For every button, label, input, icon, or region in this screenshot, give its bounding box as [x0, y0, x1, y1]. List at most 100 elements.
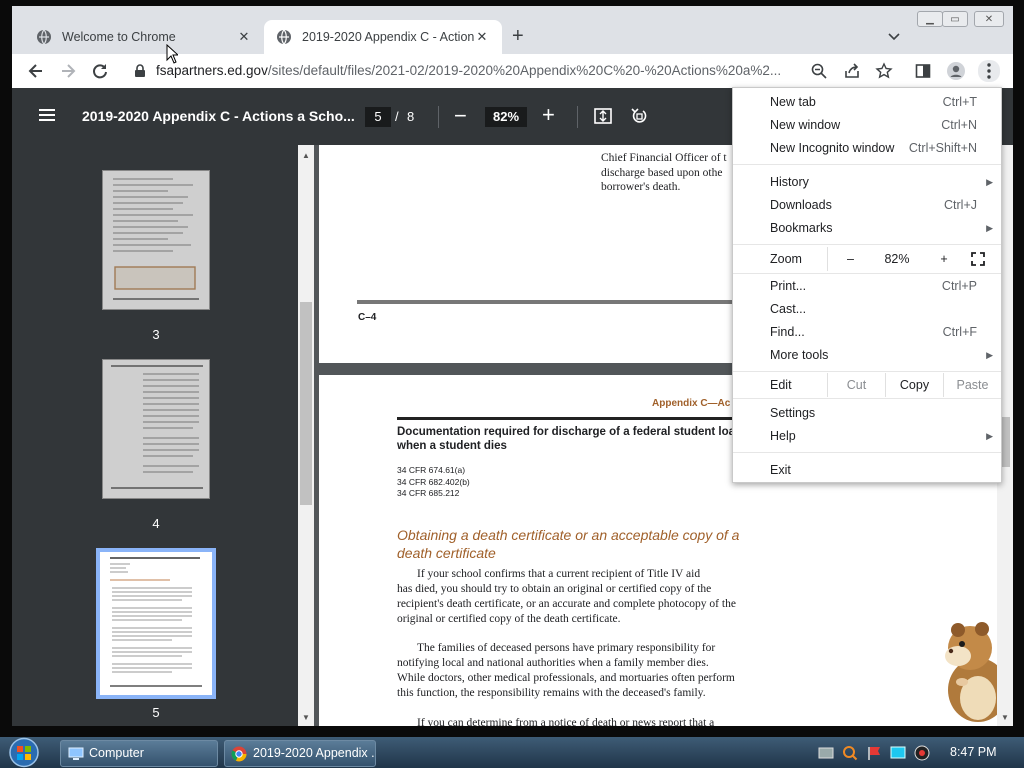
cut-button[interactable]: Cut	[827, 373, 885, 397]
windows-taskbar: Computer 2019-2020 Appendix ... 8:47 PM	[0, 737, 1024, 768]
fit-to-page-icon[interactable]	[593, 106, 613, 126]
zoom-out-button[interactable]: −	[454, 103, 467, 129]
menu-edit-row: Edit Cut Copy Paste	[733, 373, 1001, 397]
browser-toolbar: fsapartners.ed.gov/sites/default/files/2…	[12, 54, 1013, 88]
computer-icon	[68, 746, 84, 766]
menu-separator	[733, 164, 1001, 165]
zoom-out-button[interactable]: –	[827, 247, 873, 271]
hamburger-menu-icon[interactable]	[38, 106, 58, 126]
flag-icon[interactable]	[866, 745, 882, 761]
menu-separator	[733, 452, 1001, 453]
menu-new-incognito-window[interactable]: New Incognito window Ctrl+Shift+N	[733, 137, 1001, 159]
tab-appendix[interactable]: 2019-2020 Appendix C - Actions ✕	[264, 20, 502, 54]
kebab-menu-icon[interactable]	[978, 60, 1000, 82]
submenu-arrow-icon: ▶	[986, 177, 993, 187]
back-icon[interactable]	[26, 61, 46, 81]
scrollbar-thumb[interactable]	[300, 302, 312, 505]
search-tray-icon[interactable]	[842, 745, 858, 761]
page-footer: C–4	[358, 312, 377, 323]
page-number-input[interactable]: 5	[365, 107, 391, 127]
start-button[interactable]	[6, 737, 46, 768]
network-icon[interactable]	[818, 745, 834, 761]
menu-separator	[733, 398, 1001, 399]
mouse-cursor-icon	[166, 43, 180, 67]
divider	[438, 106, 439, 128]
system-clock[interactable]: 8:47 PM	[950, 745, 997, 759]
tab-strip: Welcome to Chrome ✕ 2019-2020 Appendix C…	[12, 6, 1013, 54]
url-path: /sites/default/files/2021-02/2019-2020%2…	[267, 63, 782, 78]
menu-print[interactable]: Print... Ctrl+P	[733, 275, 1001, 297]
menu-history[interactable]: History ▶	[733, 171, 1001, 193]
new-tab-icon[interactable]: +	[512, 24, 524, 48]
chrome-main-menu: New tab Ctrl+T New window Ctrl+N New Incog…	[732, 87, 1002, 483]
sidebar-scrollbar[interactable]: ▲ ▼	[298, 145, 314, 726]
fullscreen-icon[interactable]	[955, 247, 1001, 271]
thumbnail-label: 4	[152, 516, 160, 531]
lock-icon[interactable]	[130, 61, 150, 81]
scroll-up-icon[interactable]: ▲	[302, 151, 310, 160]
menu-new-tab[interactable]: New tab Ctrl+T	[733, 91, 1001, 113]
menu-separator	[733, 273, 1001, 274]
page4-text: Chief Financial Officer of t discharge b…	[601, 152, 727, 193]
close-tab-icon[interactable]: ✕	[236, 29, 252, 45]
side-panel-icon[interactable]	[913, 61, 933, 81]
zoom-in-button[interactable]: +	[542, 102, 555, 128]
share-icon[interactable]	[842, 61, 862, 81]
scroll-down-icon[interactable]: ▼	[302, 713, 310, 722]
menu-zoom-row: Zoom – 82% +	[733, 247, 1001, 271]
thumbnail-page-4[interactable]	[102, 359, 210, 499]
page-header: Appendix C—Ac	[652, 398, 731, 409]
tab-title: Welcome to Chrome	[62, 30, 176, 44]
reload-icon[interactable]	[90, 61, 110, 81]
maximize-button[interactable]: ▭	[942, 11, 968, 27]
chevron-down-icon[interactable]	[886, 28, 902, 44]
zoom-icon[interactable]	[809, 61, 829, 81]
submenu-arrow-icon: ▶	[986, 350, 993, 360]
volume-icon[interactable]	[914, 745, 930, 761]
menu-downloads[interactable]: Downloads Ctrl+J	[733, 194, 1001, 216]
chrome-icon	[231, 746, 247, 766]
address-bar[interactable]: fsapartners.ed.gov/sites/default/files/2…	[156, 63, 801, 78]
menu-exit[interactable]: Exit	[733, 459, 1001, 481]
taskbar-item-computer[interactable]: Computer	[60, 740, 218, 767]
menu-bookmarks[interactable]: Bookmarks ▶	[733, 217, 1001, 239]
minimize-button[interactable]: ▁	[917, 11, 943, 27]
menu-settings[interactable]: Settings	[733, 402, 1001, 424]
divider	[577, 106, 578, 128]
close-tab-icon[interactable]: ✕	[474, 29, 490, 45]
doc-heading: Documentation required for discharge of …	[397, 426, 736, 452]
menu-separator	[733, 244, 1001, 245]
paste-button[interactable]: Paste	[943, 373, 1001, 397]
globe-icon	[276, 29, 292, 45]
tab-title: 2019-2020 Appendix C - Actions	[302, 30, 474, 44]
zoom-level: 82%	[884, 252, 910, 266]
close-window-button[interactable]: ✕	[974, 11, 1004, 27]
thumbnail-page-3[interactable]	[102, 170, 210, 310]
zoom-level-input[interactable]: 82%	[485, 107, 527, 127]
copy-button[interactable]: Copy	[885, 373, 943, 397]
taskbar-item-chrome[interactable]: 2019-2020 Appendix ...	[224, 740, 376, 767]
pdf-title: 2019-2020 Appendix C - Actions a Scho...	[82, 108, 355, 124]
menu-find[interactable]: Find... Ctrl+F	[733, 321, 1001, 343]
thumbnail-label: 5	[152, 705, 160, 720]
rotate-icon[interactable]	[629, 106, 649, 126]
display-icon[interactable]	[890, 745, 906, 761]
submenu-arrow-icon: ▶	[986, 223, 993, 233]
thumbnail-label: 3	[152, 327, 160, 342]
page-total: 8	[407, 109, 415, 124]
scroll-down-icon[interactable]: ▼	[1001, 713, 1009, 722]
star-icon[interactable]	[874, 61, 894, 81]
section-title: Obtaining a death certificate or an acce…	[397, 527, 740, 561]
menu-new-window[interactable]: New window Ctrl+N	[733, 114, 1001, 136]
menu-cast[interactable]: Cast...	[733, 298, 1001, 320]
tab-welcome[interactable]: Welcome to Chrome ✕	[24, 20, 264, 54]
paragraph-1: If your school confirms that a current r…	[397, 568, 736, 625]
submenu-arrow-icon: ▶	[986, 431, 993, 441]
menu-more-tools[interactable]: More tools ▶	[733, 344, 1001, 366]
cfr-references: 34 CFR 674.61(a) 34 CFR 682.402(b) 34 CF…	[397, 465, 470, 498]
menu-help[interactable]: Help ▶	[733, 425, 1001, 447]
globe-icon	[36, 29, 52, 45]
profile-icon[interactable]	[946, 61, 966, 81]
forward-icon[interactable]	[58, 61, 78, 81]
thumbnail-page-5-selected[interactable]	[96, 548, 216, 699]
